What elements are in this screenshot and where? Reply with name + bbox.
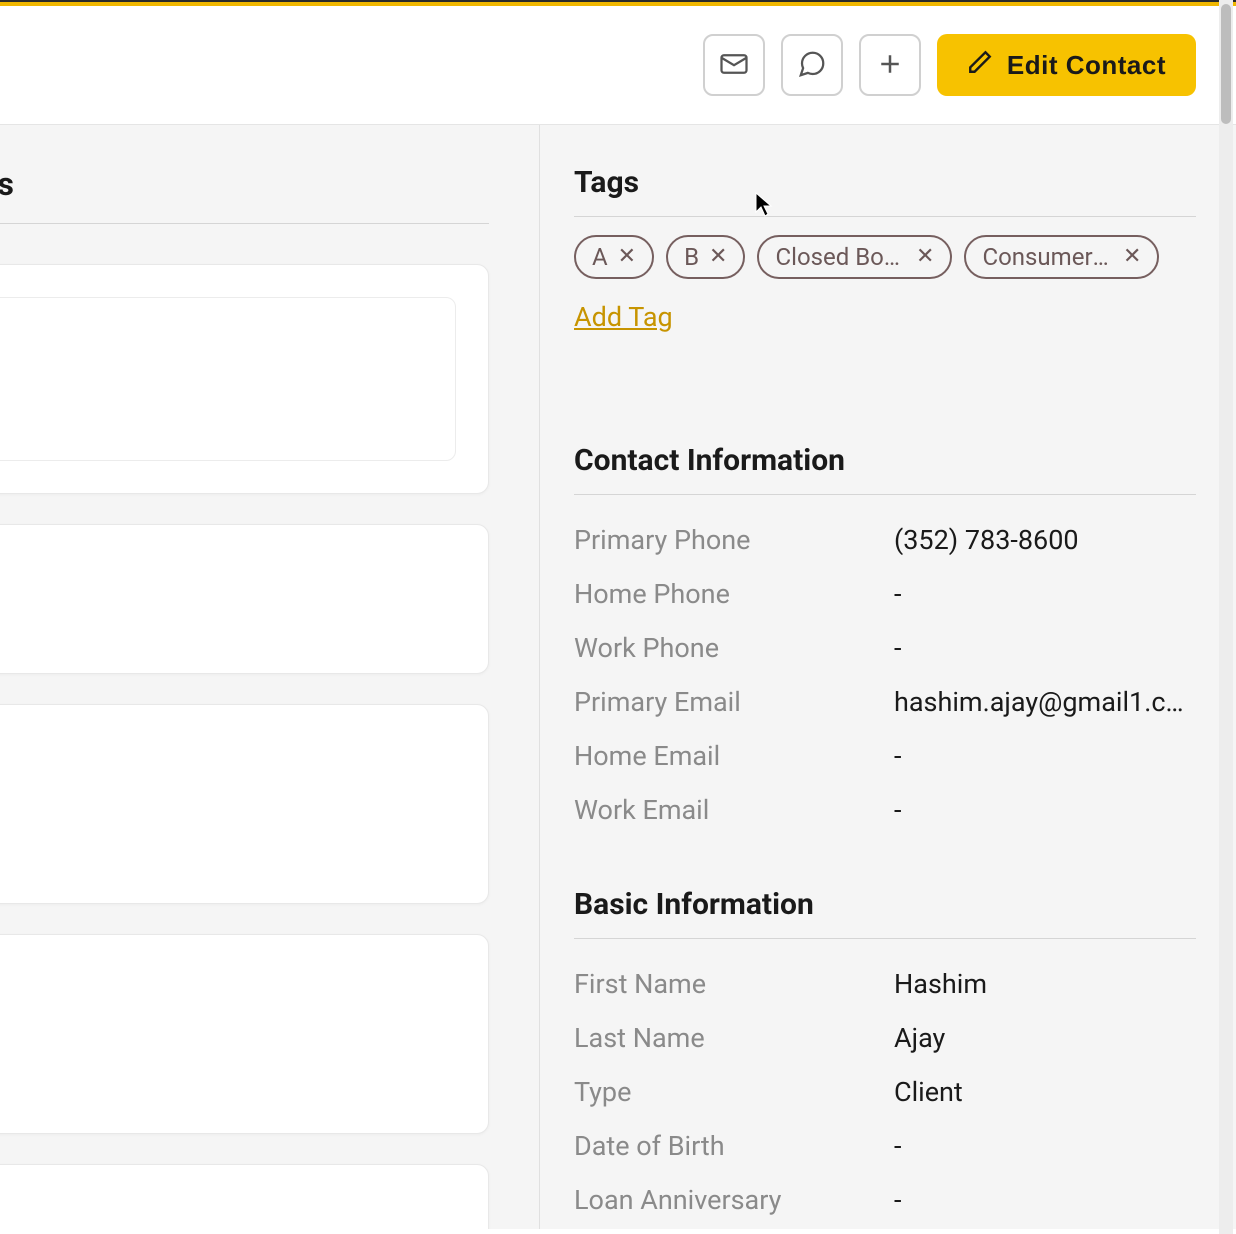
info-label: Work Phone [574, 632, 894, 664]
tags-row: A ✕ B ✕ Closed Borr… ✕ Consumer … ✕ [574, 235, 1196, 279]
list-card[interactable] [0, 704, 489, 904]
info-row: Date of Birth - [574, 1119, 1196, 1173]
info-row: Primary Phone (352) 783-8600 [574, 513, 1196, 567]
info-row: Primary Email hashim.ajay@gmail1.co… [574, 675, 1196, 729]
chat-bubble-icon [797, 49, 827, 82]
tag-label: Consumer … [982, 243, 1113, 271]
window-top-border [0, 0, 1236, 2]
close-icon[interactable]: ✕ [1123, 246, 1141, 268]
tags-title: Tags [574, 165, 1196, 200]
info-label: Type [574, 1076, 894, 1108]
plus-icon [875, 49, 905, 82]
info-row: Type Client [574, 1065, 1196, 1119]
detail-column: Tags A ✕ B ✕ Closed Borr… ✕ Consumer … ✕ [540, 125, 1236, 1229]
tags-divider [574, 216, 1196, 217]
tag-chip[interactable]: Closed Borr… ✕ [757, 235, 952, 279]
list-card[interactable] [0, 1164, 489, 1229]
envelope-icon [719, 49, 749, 82]
info-value: - [894, 578, 1196, 610]
scrollbar-thumb[interactable] [1221, 4, 1231, 124]
info-row: First Name Hashim [574, 957, 1196, 1011]
info-row: Work Email - [574, 783, 1196, 837]
add-button[interactable] [859, 34, 921, 96]
tag-label: A [592, 243, 608, 271]
info-value: Hashim [894, 968, 1196, 1000]
tag-chip[interactable]: B ✕ [666, 235, 745, 279]
info-row: Home Email - [574, 729, 1196, 783]
info-row: Home Phone - [574, 567, 1196, 621]
basic-info-section: Basic Information First Name Hashim Last… [574, 887, 1196, 1229]
chat-button[interactable] [781, 34, 843, 96]
info-label: Date of Birth [574, 1130, 894, 1162]
info-value: - [894, 1184, 1196, 1216]
email-button[interactable] [703, 34, 765, 96]
info-label: Home Phone [574, 578, 894, 610]
edit-contact-label: Edit Contact [1007, 50, 1166, 81]
pencil-icon [967, 49, 993, 82]
list-card[interactable] [0, 934, 489, 1134]
tag-chip[interactable]: Consumer … ✕ [964, 235, 1159, 279]
info-row: Last Name Ajay [574, 1011, 1196, 1065]
info-label: Primary Phone [574, 524, 894, 556]
tag-chip[interactable]: A ✕ [574, 235, 654, 279]
info-value: - [894, 794, 1196, 826]
main-area: cts Tags A ✕ B ✕ Closed Borr… [0, 125, 1236, 1229]
close-icon[interactable]: ✕ [618, 246, 636, 268]
info-row: Loan Anniversary - [574, 1173, 1196, 1227]
contact-info-divider [574, 494, 1196, 495]
tags-section: Tags A ✕ B ✕ Closed Borr… ✕ Consumer … ✕ [574, 165, 1196, 393]
info-value: Ajay [894, 1022, 1196, 1054]
info-label: Loan Anniversary [574, 1184, 894, 1216]
close-icon[interactable]: ✕ [709, 246, 727, 268]
info-value: - [894, 632, 1196, 664]
info-row: Work Phone - [574, 621, 1196, 675]
info-label: Last Name [574, 1022, 894, 1054]
basic-info-divider [574, 938, 1196, 939]
add-tag-link[interactable]: Add Tag [574, 301, 673, 333]
info-value: - [894, 740, 1196, 772]
info-label: Work Email [574, 794, 894, 826]
list-card[interactable] [0, 264, 489, 494]
header-toolbar: Edit Contact [0, 6, 1236, 125]
tag-label: B [684, 243, 699, 271]
contact-info-title: Contact Information [574, 443, 1196, 478]
info-value: - [894, 1130, 1196, 1162]
left-title-partial: cts [0, 165, 489, 203]
close-icon[interactable]: ✕ [916, 246, 934, 268]
basic-info-title: Basic Information [574, 887, 1196, 922]
vertical-scrollbar[interactable] [1219, 0, 1233, 1234]
info-label: First Name [574, 968, 894, 1000]
info-value: (352) 783-8600 [894, 524, 1196, 556]
contact-info-section: Contact Information Primary Phone (352) … [574, 443, 1196, 837]
left-column: cts [0, 125, 540, 1229]
list-card[interactable] [0, 524, 489, 674]
left-divider [0, 223, 489, 224]
info-row: Employer [574, 1227, 1196, 1229]
list-card-inner [0, 297, 456, 461]
info-label: Primary Email [574, 686, 894, 718]
info-value: Client [894, 1076, 1196, 1108]
tag-label: Closed Borr… [775, 243, 906, 271]
info-value: hashim.ajay@gmail1.co… [894, 686, 1196, 718]
info-label: Home Email [574, 740, 894, 772]
edit-contact-button[interactable]: Edit Contact [937, 34, 1196, 96]
